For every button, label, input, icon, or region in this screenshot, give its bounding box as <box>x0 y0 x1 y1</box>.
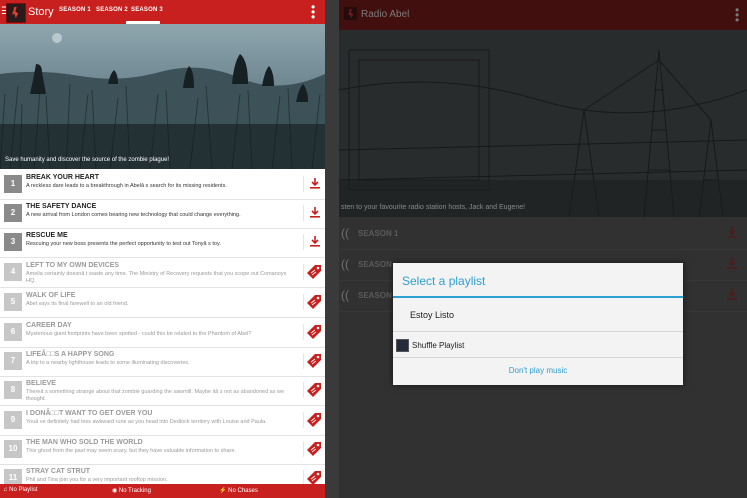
download-icon <box>310 178 320 189</box>
download-button[interactable] <box>303 176 322 192</box>
list-item[interactable]: 5 WALK OF LIFE Abel says its final farew… <box>0 288 325 318</box>
episode-title: LIFEÂ□□S A HAPPY SONG <box>26 351 115 358</box>
episode-number: 3 <box>4 233 22 251</box>
no-tracking-button[interactable]: ◉ No Tracking <box>112 487 151 494</box>
episode-title: LEFT TO MY OWN DEVICES <box>26 262 120 269</box>
episode-description: A trip to a nearby lighthouse leads to s… <box>26 360 190 366</box>
episode-title: RESCUE ME <box>26 232 68 239</box>
shuffle-playlist-label: Shuffle Playlist <box>412 341 465 350</box>
list-item[interactable]: 10 THE MAN WHO SOLD THE WORLD This ghost… <box>0 435 325 465</box>
no-playlist-button[interactable]: ♫ No Playlist <box>3 487 38 493</box>
dont-play-music-button[interactable]: Don't play music <box>393 358 683 385</box>
episode-number: 2 <box>4 204 22 222</box>
tracking-icon: ◉ <box>112 488 118 494</box>
episode-title: THE SAFETY DANCE <box>26 203 97 210</box>
price-tag-icon <box>307 295 321 309</box>
episode-description: A new arrival from London comes bearing … <box>26 212 241 218</box>
episode-number: 9 <box>4 411 22 429</box>
download-button[interactable] <box>303 234 322 250</box>
episode-number: 7 <box>4 352 22 370</box>
episode-description: Youâ ve definitely had less awkward runs… <box>26 419 267 425</box>
episode-description: Abel says its final farewell to an old f… <box>26 301 129 307</box>
hero-image: Save humanity and discover the source of… <box>0 24 325 169</box>
buy-button[interactable] <box>303 294 322 310</box>
tab-season-3[interactable]: SEASON 3 <box>131 7 163 13</box>
list-item[interactable]: 2 THE SAFETY DANCE A new arrival from Lo… <box>0 199 325 229</box>
buy-button[interactable] <box>303 412 322 428</box>
dialog-title: Select a playlist <box>402 274 486 288</box>
no-playlist-label: No Playlist <box>9 487 38 493</box>
episode-description: Rescuing your new boss presents the perf… <box>26 241 221 247</box>
buy-button[interactable] <box>303 382 322 398</box>
episode-title: I DONÂ□□T WANT TO GET OVER YOU <box>26 410 153 417</box>
episode-number: 6 <box>4 323 22 341</box>
download-button[interactable] <box>303 205 322 221</box>
list-item[interactable]: 8 BELIEVE Thereâ s something strange abo… <box>0 376 325 406</box>
episode-description: Mysterious giant footprints have been sp… <box>26 331 252 337</box>
app-title: Story <box>28 6 54 18</box>
episode-description: Thereâ s something strange about that zo… <box>26 389 285 402</box>
story-panel: ☰ Story SEASON 1 SEASON 2 SEASON 3 ••• <box>0 0 325 498</box>
price-tag-icon <box>307 265 321 279</box>
list-item[interactable]: 1 BREAK YOUR HEART A reckless dare leads… <box>0 170 325 200</box>
episode-title: CAREER DAY <box>26 322 72 329</box>
action-bar: ☰ Story SEASON 1 SEASON 2 SEASON 3 ••• <box>0 0 325 24</box>
select-playlist-dialog: Select a playlist Estoy Listo Shuffle Pl… <box>393 263 683 385</box>
episode-number: 8 <box>4 381 22 399</box>
no-tracking-label: No Tracking <box>118 488 151 494</box>
buy-button[interactable] <box>303 441 322 457</box>
tab-season-1[interactable]: SEASON 1 <box>59 7 91 13</box>
episode-description: A reckless dare leads to a breakthrough … <box>26 183 227 189</box>
shuffle-checkbox[interactable] <box>396 339 409 352</box>
episode-description: This ghost from the past may seem scary,… <box>26 448 236 454</box>
list-item[interactable]: 6 CAREER DAY Mysterious giant footprints… <box>0 318 325 348</box>
buy-button[interactable] <box>303 264 322 280</box>
tab-season-2[interactable]: SEASON 2 <box>96 7 128 13</box>
dialog-scrim[interactable] <box>339 0 747 498</box>
list-item[interactable]: 9 I DONÂ□□T WANT TO GET OVER YOU Youâ ve… <box>0 406 325 436</box>
no-chases-label: No Chases <box>228 488 258 494</box>
episode-title: WALK OF LIFE <box>26 292 76 299</box>
price-tag-icon <box>307 354 321 368</box>
price-tag-icon <box>307 325 321 339</box>
playlist-option-estoy-listo[interactable]: Estoy Listo <box>393 298 683 332</box>
episode-number: 1 <box>4 175 22 193</box>
episode-title: BELIEVE <box>26 380 56 387</box>
overflow-menu-icon[interactable]: • • • <box>311 1 315 23</box>
no-chases-button[interactable]: ⚡ No Chases <box>219 487 258 494</box>
bottom-bar: ♫ No Playlist ◉ No Tracking ⚡ No Chases <box>0 484 325 498</box>
list-item[interactable]: 3 RESCUE ME Rescuing your new boss prese… <box>0 228 325 258</box>
episode-number: 10 <box>4 440 22 458</box>
price-tag-icon <box>307 413 321 427</box>
episode-number: 4 <box>4 263 22 281</box>
buy-button[interactable] <box>303 324 322 340</box>
dont-play-music-label: Don't play music <box>508 366 568 375</box>
download-icon <box>310 236 320 247</box>
price-tag-icon <box>307 442 321 456</box>
episode-title: BREAK YOUR HEART <box>26 174 99 181</box>
runner-icon: ⚡ <box>219 488 227 494</box>
shuffle-playlist-option[interactable]: Shuffle Playlist <box>393 332 683 358</box>
buy-button[interactable] <box>303 353 322 369</box>
app-logo-icon[interactable] <box>6 3 26 23</box>
list-item[interactable]: 7 LIFEÂ□□S A HAPPY SONG A trip to a near… <box>0 347 325 377</box>
playlist-option-label: Estoy Listo <box>410 310 455 320</box>
list-item[interactable]: 4 LEFT TO MY OWN DEVICES Amelia certainl… <box>0 258 325 288</box>
episode-title: THE MAN WHO SOLD THE WORLD <box>26 439 143 446</box>
hero-caption: Save humanity and discover the source of… <box>5 157 170 163</box>
episode-description: Amelia certainly doesnâ t waste any time… <box>26 271 287 284</box>
episode-number: 5 <box>4 293 22 311</box>
price-tag-icon <box>307 383 321 397</box>
episode-title: STRAY CAT STRUT <box>26 468 91 475</box>
music-note-icon: ♫ <box>3 487 8 493</box>
download-icon <box>310 207 320 218</box>
